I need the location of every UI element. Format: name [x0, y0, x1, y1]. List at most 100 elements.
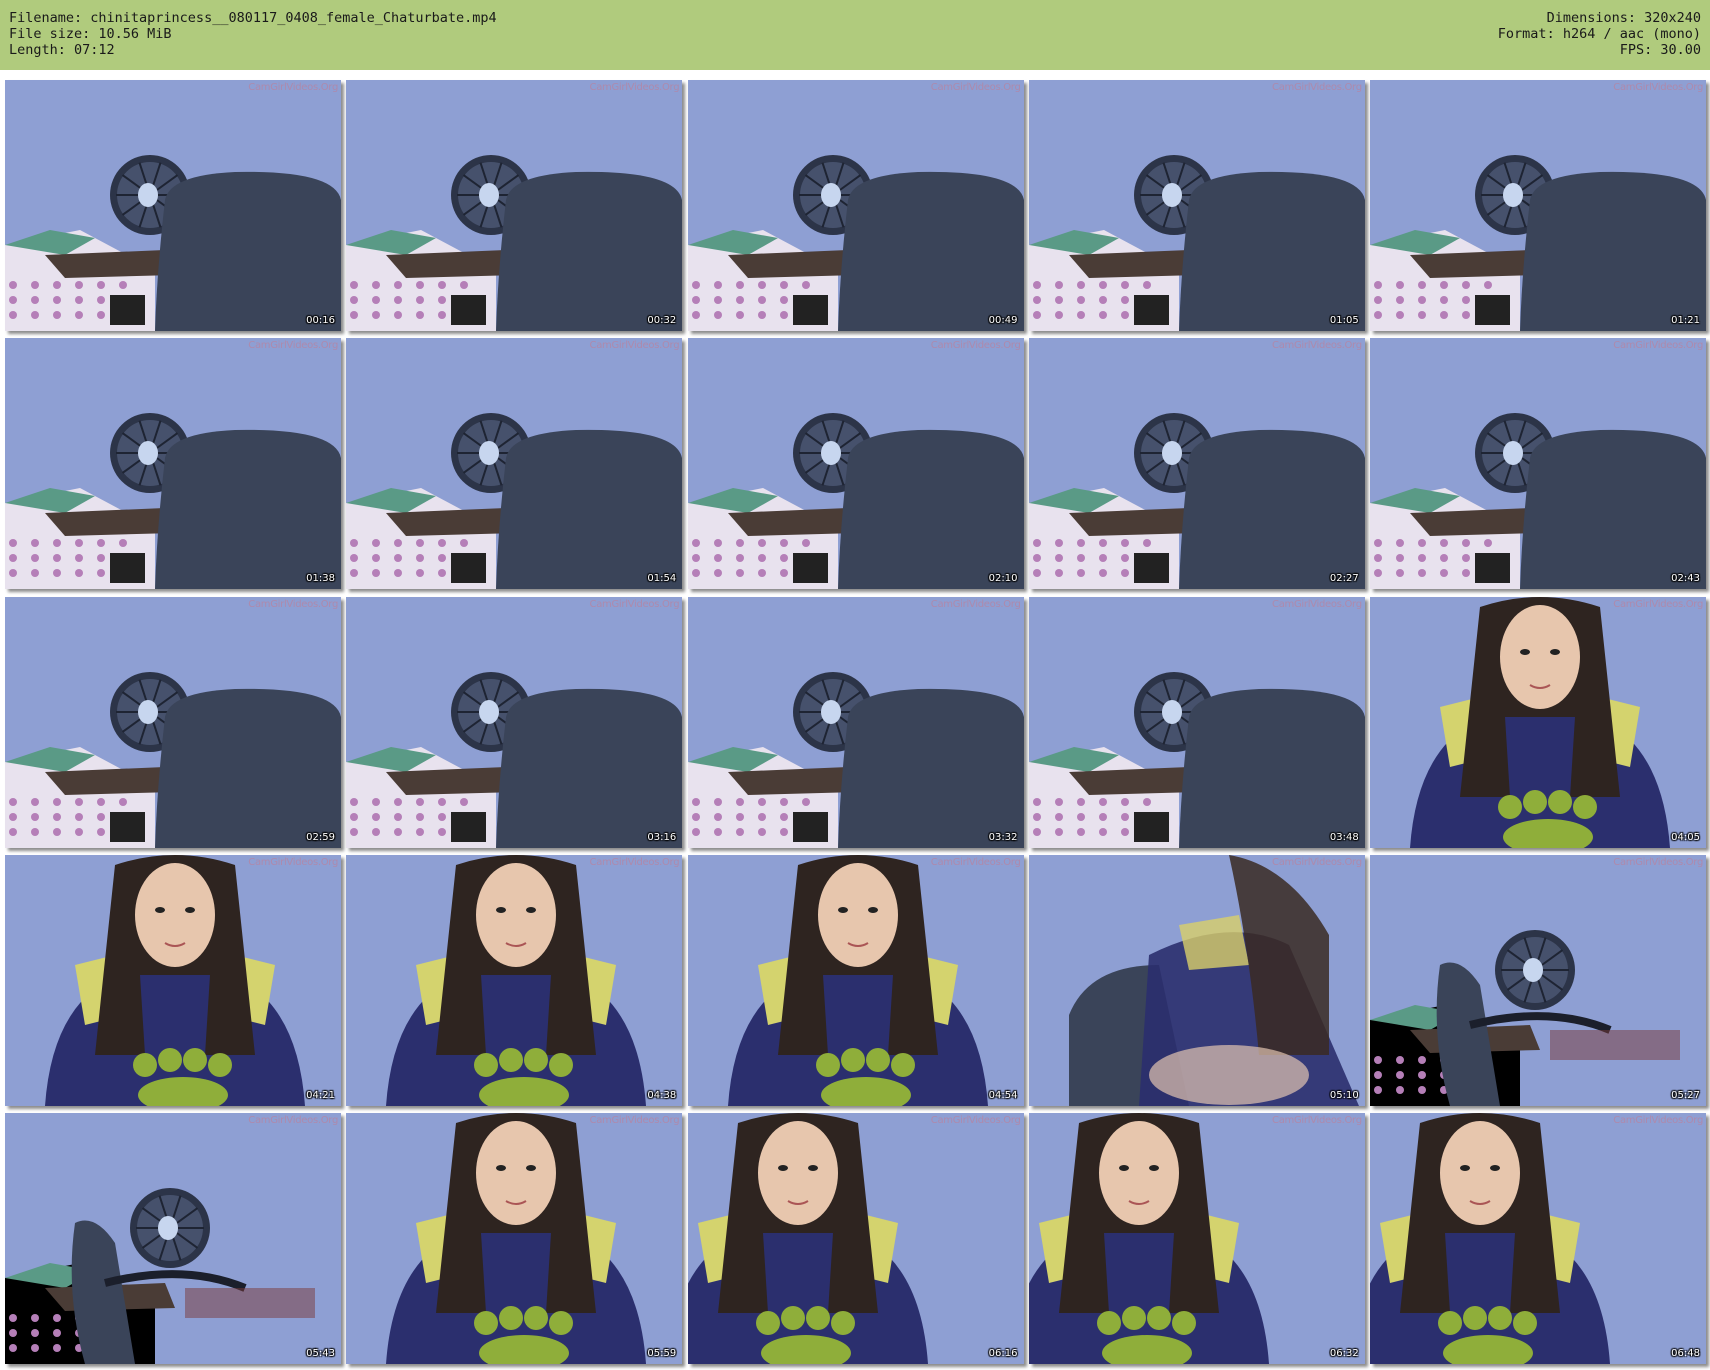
timestamp-label: 05:59	[647, 1348, 677, 1360]
timestamp-label: 06:48	[1671, 1348, 1700, 1360]
video-thumbnail: CamGirlVideos.Org 04:38	[346, 854, 683, 1106]
video-thumbnail: CamGirlVideos.Org 05:27	[1370, 854, 1706, 1106]
watermark-text: CamGirlVideos.Org	[589, 82, 680, 93]
video-thumbnail: CamGirlVideos.Org 01:54	[346, 338, 683, 590]
timestamp-label: 00:32	[647, 315, 677, 326]
frame-image	[346, 1113, 683, 1365]
video-thumbnail: CamGirlVideos.Org 04:21	[5, 854, 341, 1106]
timestamp-label: 06:32	[1329, 1348, 1359, 1360]
timestamp-label: 05:10	[1329, 1089, 1359, 1101]
timestamp-label: 06:16	[988, 1348, 1018, 1360]
video-thumbnail: CamGirlVideos.Org 02:10	[687, 338, 1024, 590]
timestamp-label: 02:59	[306, 831, 335, 843]
watermark-text: CamGirlVideos.Org	[930, 82, 1021, 93]
timestamp-label: 01:54	[647, 573, 677, 585]
frame-image	[5, 854, 341, 1106]
video-thumbnail: CamGirlVideos.Org 04:54	[687, 854, 1024, 1106]
watermark-text: CamGirlVideos.Org	[1272, 598, 1362, 610]
length-text: Length: 07:12	[9, 42, 115, 58]
timestamp-label: 01:21	[1671, 315, 1700, 326]
filesize-text: File size: 10.56 MiB	[9, 26, 172, 42]
frame-image	[687, 1113, 1024, 1365]
dimensions-text: Dimensions: 320x240	[1546, 10, 1701, 26]
watermark-text: CamGirlVideos.Org	[1613, 598, 1703, 610]
watermark-text: CamGirlVideos.Org	[248, 82, 338, 93]
watermark-text: CamGirlVideos.Org	[1272, 82, 1362, 93]
watermark-text: CamGirlVideos.Org	[1272, 856, 1362, 868]
video-thumbnail: CamGirlVideos.Org 05:43	[5, 1113, 341, 1365]
frame-image	[1370, 338, 1706, 590]
timestamp-label: 03:48	[1329, 831, 1359, 843]
timestamp-label: 03:16	[647, 831, 677, 843]
timestamp-label: 02:43	[1671, 573, 1700, 585]
video-thumbnail: CamGirlVideos.Org 01:38	[5, 338, 341, 590]
watermark-text: CamGirlVideos.Org	[589, 598, 680, 610]
video-thumbnail: CamGirlVideos.Org 01:05	[1028, 80, 1365, 331]
watermark-text: CamGirlVideos.Org	[589, 340, 680, 352]
frame-image	[1028, 854, 1365, 1106]
video-thumbnail: CamGirlVideos.Org 05:10	[1028, 854, 1365, 1106]
video-thumbnail: CamGirlVideos.Org 02:59	[5, 596, 341, 848]
frame-image	[5, 596, 341, 848]
timestamp-label: 02:27	[1329, 573, 1359, 585]
watermark-text: CamGirlVideos.Org	[1613, 82, 1703, 93]
format-text: Format: h264 / aac (mono)	[1497, 26, 1701, 42]
watermark-text: CamGirlVideos.Org	[1613, 340, 1703, 352]
watermark-text: CamGirlVideos.Org	[1272, 340, 1362, 352]
timestamp-label: 04:05	[1671, 831, 1700, 843]
video-thumbnail: CamGirlVideos.Org 06:16	[687, 1113, 1024, 1365]
timestamp-label: 05:43	[306, 1348, 335, 1360]
frame-image	[1370, 1113, 1706, 1365]
frame-image	[346, 80, 683, 331]
timestamp-label: 05:27	[1671, 1089, 1700, 1101]
video-thumbnail: CamGirlVideos.Org 00:32	[346, 80, 683, 331]
watermark-text: CamGirlVideos.Org	[1272, 1115, 1362, 1127]
info-left: Filename: chinitaprincess__080117_0408_f…	[9, 10, 497, 58]
watermark-text: CamGirlVideos.Org	[930, 598, 1021, 610]
frame-image	[687, 596, 1024, 848]
frame-image	[1370, 854, 1706, 1106]
watermark-text: CamGirlVideos.Org	[589, 1115, 680, 1127]
frame-image	[1370, 596, 1706, 848]
filename-text: Filename: chinitaprincess__080117_0408_f…	[9, 10, 497, 26]
frame-image	[687, 338, 1024, 590]
frame-image	[687, 854, 1024, 1106]
timestamp-label: 01:05	[1329, 315, 1359, 326]
thumbnail-grid: CamGirlVideos.Org 00:16 CamGirlVideos.Org…	[0, 70, 1710, 1370]
watermark-text: CamGirlVideos.Org	[1613, 1115, 1703, 1127]
video-thumbnail: CamGirlVideos.Org 03:32	[687, 596, 1024, 848]
frame-image	[1028, 80, 1365, 331]
video-thumbnail: CamGirlVideos.Org 06:32	[1028, 1113, 1365, 1365]
video-thumbnail: CamGirlVideos.Org 00:16	[5, 80, 341, 331]
frame-image	[346, 854, 683, 1106]
video-thumbnail: CamGirlVideos.Org 00:49	[687, 80, 1024, 331]
timestamp-label: 04:21	[306, 1089, 335, 1101]
frame-image	[346, 338, 683, 590]
video-thumbnail: CamGirlVideos.Org 04:05	[1370, 596, 1706, 848]
watermark-text: CamGirlVideos.Org	[248, 1115, 338, 1127]
frame-image	[5, 80, 341, 331]
video-thumbnail: CamGirlVideos.Org 06:48	[1370, 1113, 1706, 1365]
timestamp-label: 04:54	[988, 1089, 1018, 1101]
timestamp-label: 04:38	[647, 1089, 677, 1101]
frame-image	[5, 338, 341, 590]
watermark-text: CamGirlVideos.Org	[589, 856, 680, 868]
timestamp-label: 00:49	[988, 315, 1018, 326]
info-right: Dimensions: 320x240 Format: h264 / aac (…	[1498, 10, 1701, 58]
timestamp-label: 00:16	[306, 315, 335, 326]
frame-image	[1028, 596, 1365, 848]
frame-image	[687, 80, 1024, 331]
frame-image	[1028, 338, 1365, 590]
video-thumbnail: CamGirlVideos.Org 03:16	[346, 596, 683, 848]
timestamp-label: 01:38	[306, 573, 335, 585]
watermark-text: CamGirlVideos.Org	[930, 1115, 1021, 1127]
watermark-text: CamGirlVideos.Org	[248, 856, 338, 868]
video-thumbnail: CamGirlVideos.Org 05:59	[346, 1113, 683, 1365]
timestamp-label: 02:10	[988, 573, 1018, 585]
video-thumbnail: CamGirlVideos.Org 03:48	[1028, 596, 1365, 848]
info-header: Filename: chinitaprincess__080117_0408_f…	[0, 0, 1710, 70]
watermark-text: CamGirlVideos.Org	[930, 856, 1021, 868]
frame-image	[5, 1113, 341, 1365]
timestamp-label: 03:32	[988, 831, 1018, 843]
frame-image	[346, 596, 683, 848]
